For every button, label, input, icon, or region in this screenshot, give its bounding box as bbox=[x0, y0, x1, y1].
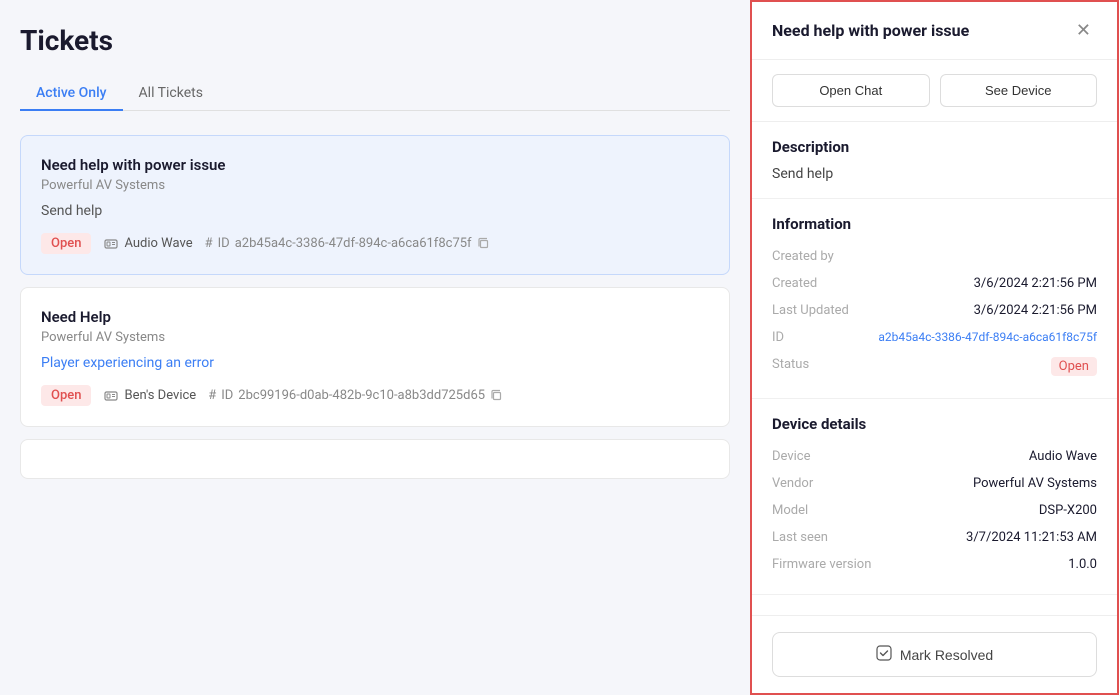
close-button[interactable]: ✕ bbox=[1070, 18, 1097, 43]
check-circle-icon bbox=[876, 645, 892, 664]
copy-icon-2[interactable] bbox=[490, 388, 506, 404]
id-label: ID bbox=[772, 330, 872, 345]
panel-header: Need help with power issue ✕ bbox=[752, 2, 1117, 60]
description-label: Description bbox=[772, 138, 1097, 156]
mark-resolved-label: Mark Resolved bbox=[900, 647, 993, 663]
ticket-device-2: Ben's Device bbox=[103, 388, 196, 404]
hash-icon-2: # bbox=[208, 388, 216, 403]
model-value: DSP-X200 bbox=[1039, 503, 1097, 518]
panel-title: Need help with power issue bbox=[772, 21, 1070, 40]
hash-icon-1: # bbox=[205, 236, 213, 251]
id-row: ID a2b45a4c-3386-47df-894c-a6ca61f8c75f bbox=[772, 324, 1097, 351]
ticket-company-2: Powerful AV Systems bbox=[41, 330, 709, 345]
device-icon-1 bbox=[103, 236, 119, 252]
firmware-value: 1.0.0 bbox=[1068, 557, 1097, 572]
last-updated-value: 3/6/2024 2:21:56 PM bbox=[974, 303, 1097, 318]
information-label: Information bbox=[772, 215, 1097, 233]
ticket-description-1: Send help bbox=[41, 203, 709, 219]
see-device-button[interactable]: See Device bbox=[940, 74, 1098, 107]
ticket-device-1: Audio Wave bbox=[103, 236, 192, 252]
open-chat-button[interactable]: Open Chat bbox=[772, 74, 930, 107]
ticket-company-1: Powerful AV Systems bbox=[41, 178, 709, 193]
model-row: Model DSP-X200 bbox=[772, 497, 1097, 524]
device-row: Device Audio Wave bbox=[772, 443, 1097, 470]
firmware-label: Firmware version bbox=[772, 557, 872, 572]
id-value: a2b45a4c-3386-47df-894c-a6ca61f8c75f bbox=[878, 330, 1097, 344]
last-seen-row: Last seen 3/7/2024 11:21:53 AM bbox=[772, 524, 1097, 551]
vendor-row: Vendor Powerful AV Systems bbox=[772, 470, 1097, 497]
ticket-status-badge-1: Open bbox=[41, 233, 91, 254]
device-value: Audio Wave bbox=[1029, 449, 1097, 464]
ticket-card-partial[interactable] bbox=[20, 439, 730, 479]
ticket-status-badge-2: Open bbox=[41, 385, 91, 406]
last-updated-row: Last Updated 3/6/2024 2:21:56 PM bbox=[772, 297, 1097, 324]
last-updated-label: Last Updated bbox=[772, 303, 872, 318]
spacer bbox=[752, 595, 1117, 615]
firmware-row: Firmware version 1.0.0 bbox=[772, 551, 1097, 578]
status-label: Status bbox=[772, 357, 872, 372]
tabs-container: Active Only All Tickets bbox=[20, 77, 730, 111]
copy-icon-1[interactable] bbox=[477, 236, 493, 252]
model-label: Model bbox=[772, 503, 872, 518]
last-seen-value: 3/7/2024 11:21:53 AM bbox=[966, 530, 1097, 545]
page-title: Tickets bbox=[20, 24, 730, 57]
ticket-device-name-2: Ben's Device bbox=[124, 388, 196, 403]
ticket-title-1: Need help with power issue bbox=[41, 156, 709, 174]
tab-all-tickets[interactable]: All Tickets bbox=[123, 77, 219, 111]
ticket-footer-1: Open Audio Wave # ID a2b45a4c-3386-47df-… bbox=[41, 233, 709, 254]
device-details-section: Device details Device Audio Wave Vendor … bbox=[752, 399, 1117, 595]
tab-active-only[interactable]: Active Only bbox=[20, 77, 123, 111]
mark-resolved-button[interactable]: Mark Resolved bbox=[772, 632, 1097, 677]
last-seen-label: Last seen bbox=[772, 530, 872, 545]
ticket-title-2: Need Help bbox=[41, 308, 709, 326]
ticket-card-1[interactable]: Need help with power issue Powerful AV S… bbox=[20, 135, 730, 275]
device-details-label: Device details bbox=[772, 415, 1097, 433]
ticket-id-info-1: # ID a2b45a4c-3386-47df-894c-a6ca61f8c75… bbox=[205, 236, 493, 252]
mark-resolved-section: Mark Resolved bbox=[752, 615, 1117, 693]
panel-actions: Open Chat See Device bbox=[752, 60, 1117, 122]
id-label-2: ID bbox=[221, 388, 233, 403]
device-icon-2 bbox=[103, 388, 119, 404]
ticket-description-2: Player experiencing an error bbox=[41, 355, 709, 371]
device-label: Device bbox=[772, 449, 872, 464]
id-label-1: ID bbox=[218, 236, 230, 251]
ticket-card-2[interactable]: Need Help Powerful AV Systems Player exp… bbox=[20, 287, 730, 427]
left-panel: Tickets Active Only All Tickets Need hel… bbox=[0, 0, 750, 695]
ticket-device-name-1: Audio Wave bbox=[124, 236, 192, 251]
created-row: Created 3/6/2024 2:21:56 PM bbox=[772, 270, 1097, 297]
vendor-label: Vendor bbox=[772, 476, 872, 491]
detail-panel: Need help with power issue ✕ Open Chat S… bbox=[750, 0, 1119, 695]
ticket-id-value-2: 2bc99196-d0ab-482b-9c10-a8b3dd725d65 bbox=[238, 388, 485, 403]
information-section: Information Created by Created 3/6/2024 … bbox=[752, 199, 1117, 399]
created-by-label: Created by bbox=[772, 249, 872, 264]
description-text: Send help bbox=[772, 166, 1097, 182]
created-value: 3/6/2024 2:21:56 PM bbox=[974, 276, 1097, 291]
status-row: Status Open bbox=[772, 351, 1097, 382]
created-label: Created bbox=[772, 276, 872, 291]
ticket-footer-2: Open Ben's Device # ID 2bc99196-d0ab-482… bbox=[41, 385, 709, 406]
ticket-id-info-2: # ID 2bc99196-d0ab-482b-9c10-a8b3dd725d6… bbox=[208, 388, 506, 404]
description-section: Description Send help bbox=[752, 122, 1117, 199]
ticket-id-value-1: a2b45a4c-3386-47df-894c-a6ca61f8c75f bbox=[235, 236, 472, 251]
created-by-row: Created by bbox=[772, 243, 1097, 270]
vendor-value: Powerful AV Systems bbox=[973, 476, 1097, 491]
status-value: Open bbox=[1051, 357, 1097, 376]
